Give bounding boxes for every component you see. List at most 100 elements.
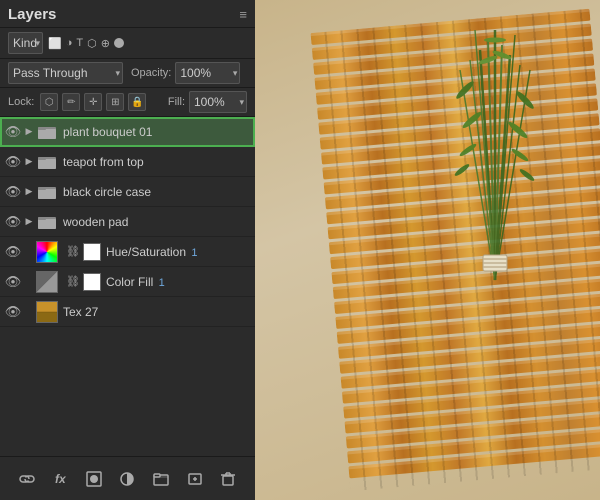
lock-fill-row: Lock: ⬡ ✏ ✛ ⊞ 🔒 Fill: 100% 75% 50% bbox=[0, 88, 255, 117]
link-icon bbox=[19, 471, 35, 487]
layer-name-black-circle-case: black circle case bbox=[63, 185, 251, 199]
visibility-toggle-teapot[interactable]: 👁 bbox=[4, 154, 22, 170]
visibility-toggle-tex27[interactable]: 👁 bbox=[4, 304, 22, 320]
new-group-button[interactable] bbox=[150, 468, 172, 490]
layer-name-plant-bouquet: plant bouquet 01 bbox=[63, 125, 251, 139]
layer-thumb-wooden-pad bbox=[36, 211, 58, 233]
chain-icon-hue-sat: ⛓ bbox=[66, 245, 80, 258]
plant-bundle-svg bbox=[420, 0, 570, 300]
panel-title-icons: ≡ bbox=[239, 7, 247, 22]
panel-menu-icon[interactable]: ≡ bbox=[239, 7, 247, 22]
visibility-toggle-color-fill[interactable]: 👁 bbox=[4, 274, 22, 290]
add-adjustment-button[interactable] bbox=[116, 468, 138, 490]
bamboo-strip bbox=[338, 322, 600, 358]
bamboo-strip bbox=[342, 367, 600, 403]
blend-opacity-row: Pass Through Normal Multiply Screen Over… bbox=[0, 59, 255, 88]
mask-swatch-color-fill bbox=[83, 273, 101, 291]
tex-preview-svg bbox=[37, 301, 57, 323]
lock-label: Lock: bbox=[8, 96, 34, 108]
expand-arrow-wooden-pad[interactable]: ▶ bbox=[22, 216, 36, 227]
add-mask-button[interactable] bbox=[83, 468, 105, 490]
new-layer-button[interactable] bbox=[184, 468, 206, 490]
lock-artboard-icon: ⊞ bbox=[111, 97, 119, 108]
layer-name-tex27: Tex 27 bbox=[63, 305, 251, 319]
mask-icon bbox=[86, 471, 102, 487]
expand-arrow-black-circle-case[interactable]: ▶ bbox=[22, 186, 36, 197]
layer-item-wooden-pad[interactable]: 👁 ▶ wooden pad bbox=[0, 207, 255, 237]
visibility-toggle-plant-bouquet[interactable]: 👁 bbox=[4, 124, 22, 140]
lock-position-button[interactable]: ✛ bbox=[84, 93, 102, 111]
opacity-select[interactable]: 100% 75% 50% 25% bbox=[175, 62, 240, 84]
bottom-toolbar: fx bbox=[0, 456, 255, 500]
add-effect-button[interactable]: fx bbox=[49, 468, 71, 490]
folder-icon bbox=[38, 124, 56, 140]
layer-item-tex27[interactable]: 👁 ▶ Tex 27 bbox=[0, 297, 255, 327]
lock-image-button[interactable]: ✏ bbox=[62, 93, 80, 111]
layer-thumb-tex27 bbox=[36, 301, 58, 323]
kind-filter-icons: ⬜ ◑ T ⬡ ⊕ bbox=[48, 37, 124, 50]
expand-arrow-plant-bouquet[interactable]: ▶ bbox=[22, 126, 36, 137]
lock-all-icon: 🔒 bbox=[131, 97, 143, 108]
lock-all-button[interactable]: 🔒 bbox=[128, 93, 146, 111]
panel-title-bar: Layers ≡ bbox=[0, 0, 255, 28]
canvas-preview bbox=[255, 0, 600, 500]
lock-pixels-icon: ⬡ bbox=[45, 97, 54, 108]
layer-name-color-fill: Color Fill 1 bbox=[106, 275, 251, 289]
layer-thumb-hue-saturation bbox=[36, 241, 58, 263]
layer-name-hue-saturation: Hue/Saturation 1 bbox=[106, 245, 251, 259]
layer-item-plant-bouquet[interactable]: 👁 ▶ plant bouquet 01 bbox=[0, 117, 255, 147]
lock-artboard-button[interactable]: ⊞ bbox=[106, 93, 124, 111]
shape-filter-icon[interactable]: ⬡ bbox=[87, 37, 97, 50]
pixel-filter-icon[interactable]: ⬜ bbox=[48, 37, 62, 50]
bamboo-strip bbox=[337, 308, 600, 344]
blend-mode-select[interactable]: Pass Through Normal Multiply Screen Over… bbox=[8, 62, 123, 84]
layer-thumb-plant-bouquet bbox=[36, 121, 58, 143]
layer-name-wooden-pad: wooden pad bbox=[63, 215, 251, 229]
visibility-toggle-wooden-pad[interactable]: 👁 bbox=[4, 214, 22, 230]
fill-label: Fill: bbox=[168, 96, 185, 108]
layer-thumb-color-fill bbox=[36, 271, 58, 293]
adjustment-filter-icon[interactable]: ◑ bbox=[66, 37, 73, 49]
panel-title: Layers bbox=[8, 6, 56, 23]
layer-item-teapot[interactable]: 👁 ▶ teapot from top bbox=[0, 147, 255, 177]
folder-icon-black-circle-case bbox=[38, 184, 56, 200]
visibility-toggle-hue-saturation[interactable]: 👁 bbox=[4, 244, 22, 260]
opacity-label: Opacity: bbox=[131, 67, 171, 79]
bamboo-strip bbox=[347, 427, 600, 463]
smart-filter-icon[interactable]: ⊕ bbox=[101, 37, 110, 50]
kind-select[interactable]: Kind bbox=[8, 32, 43, 54]
bamboo-strip bbox=[343, 382, 600, 418]
layer-item-hue-saturation[interactable]: 👁 ▶ ⛓ Hue/Saturation 1 bbox=[0, 237, 255, 267]
bamboo-strip bbox=[344, 397, 600, 433]
layer-thumb-teapot bbox=[36, 151, 58, 173]
layers-panel: Layers ≡ Kind ⬜ ◑ T ⬡ ⊕ Pass T bbox=[0, 0, 255, 500]
fx-icon: fx bbox=[55, 472, 66, 486]
type-filter-icon[interactable]: T bbox=[76, 37, 83, 49]
layer-item-color-fill[interactable]: 👁 ▶ ⛓ Color Fill 1 bbox=[0, 267, 255, 297]
bamboo-strip bbox=[346, 412, 600, 448]
new-group-icon bbox=[153, 471, 169, 487]
fill-select[interactable]: 100% 75% 50% bbox=[189, 91, 247, 113]
delete-icon bbox=[220, 471, 236, 487]
link-layers-button[interactable] bbox=[16, 468, 38, 490]
hue-sat-number: 1 bbox=[191, 247, 197, 259]
lock-position-icon: ✛ bbox=[89, 97, 97, 108]
lock-image-icon: ✏ bbox=[67, 97, 75, 108]
folder-icon-wooden-pad bbox=[38, 214, 56, 230]
layer-item-black-circle-case[interactable]: 👁 ▶ black circle case bbox=[0, 177, 255, 207]
delete-layer-button[interactable] bbox=[217, 468, 239, 490]
new-layer-icon bbox=[187, 471, 203, 487]
expand-arrow-teapot[interactable]: ▶ bbox=[22, 156, 36, 167]
mask-swatch-hue-sat bbox=[83, 243, 101, 261]
lock-pixels-button[interactable]: ⬡ bbox=[40, 93, 58, 111]
bamboo-strip bbox=[339, 337, 600, 373]
chain-icon-color-fill: ⛓ bbox=[66, 275, 80, 288]
color-fill-number: 1 bbox=[159, 277, 165, 289]
layer-name-teapot: teapot from top bbox=[63, 155, 251, 169]
adjustment-icon bbox=[119, 471, 135, 487]
layer-thumb-black-circle-case bbox=[36, 181, 58, 203]
kind-row: Kind ⬜ ◑ T ⬡ ⊕ bbox=[0, 28, 255, 59]
visibility-toggle-black-circle-case[interactable]: 👁 bbox=[4, 184, 22, 200]
layer-list: 👁 ▶ plant bouquet 01 👁 ▶ bbox=[0, 117, 255, 456]
filter-dot bbox=[114, 38, 124, 48]
